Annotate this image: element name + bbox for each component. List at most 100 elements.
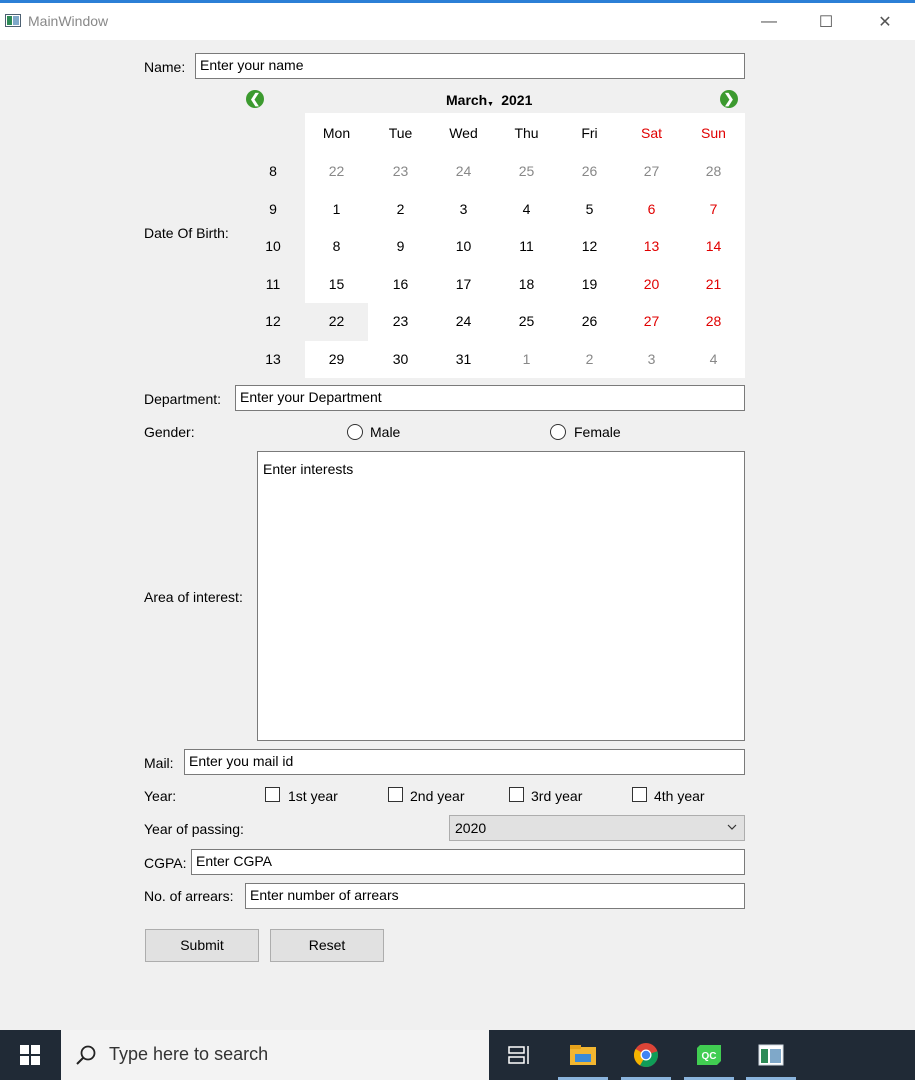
calendar-day[interactable]: 11 <box>495 228 558 266</box>
chrome-icon[interactable] <box>621 1030 671 1080</box>
passing-year-select[interactable]: 2020 <box>449 815 745 841</box>
calendar-day[interactable]: 6 <box>620 191 683 229</box>
calendar-day[interactable]: 24 <box>432 153 495 191</box>
taskbar: Type here to search QC <box>0 1030 915 1080</box>
week-number: 10 <box>265 238 281 254</box>
day-header: Tue <box>388 125 413 141</box>
day-header: Sun <box>701 125 726 141</box>
arrears-input[interactable]: Enter number of arrears <box>245 883 745 909</box>
taskbar-search-box[interactable]: Type here to search <box>61 1030 489 1080</box>
male-radio-label[interactable]: Male <box>370 424 400 440</box>
gender-label: Gender: <box>144 424 195 440</box>
mainwindow-app-icon[interactable] <box>746 1030 796 1080</box>
search-icon <box>76 1045 96 1065</box>
calendar-day[interactable]: 25 <box>495 303 558 341</box>
file-explorer-icon[interactable] <box>558 1030 608 1080</box>
dob-label: Date Of Birth: <box>144 225 229 241</box>
calendar-day[interactable]: 29 <box>305 341 368 379</box>
calendar-day[interactable]: 27 <box>620 153 683 191</box>
calendar-day[interactable]: 13 <box>620 228 683 266</box>
interest-label: Area of interest: <box>144 589 243 605</box>
calendar-day[interactable]: 2 <box>558 341 621 379</box>
calendar-nav: ❮ March 2021 ▼ ❯ <box>241 87 745 113</box>
calendar-day[interactable]: 12 <box>558 228 621 266</box>
calendar-day[interactable]: 10 <box>432 228 495 266</box>
calendar-day[interactable]: 22 <box>305 153 368 191</box>
year-label: Year: <box>144 788 177 804</box>
calendar-day[interactable]: 5 <box>558 191 621 229</box>
calendar-day[interactable]: 9 <box>369 228 432 266</box>
submit-button[interactable]: Submit <box>145 929 259 962</box>
calendar-day[interactable]: 23 <box>369 303 432 341</box>
close-button[interactable]: ✕ <box>856 3 914 40</box>
task-view-icon[interactable] <box>495 1030 545 1080</box>
department-input[interactable]: Enter your Department <box>235 385 745 411</box>
calendar-day[interactable]: 26 <box>558 303 621 341</box>
calendar-day[interactable]: 28 <box>682 153 745 191</box>
calendar-day[interactable]: 26 <box>558 153 621 191</box>
fourth-year-label[interactable]: 4th year <box>654 788 705 804</box>
title-bar: MainWindow — ☐ ✕ <box>0 0 915 40</box>
window-title: MainWindow <box>28 13 109 29</box>
calendar-day-selected[interactable]: 22 <box>305 303 368 341</box>
calendar-day[interactable]: 19 <box>558 266 621 304</box>
maximize-icon: ☐ <box>818 13 834 31</box>
windows-start-icon[interactable] <box>5 1030 55 1080</box>
interest-textarea[interactable]: Enter interests <box>257 451 745 741</box>
calendar-day[interactable]: 7 <box>682 191 745 229</box>
chevron-down-icon <box>727 824 737 830</box>
minimize-button[interactable]: — <box>740 3 798 40</box>
third-year-checkbox[interactable] <box>509 787 524 802</box>
maximize-button[interactable]: ☐ <box>797 3 855 40</box>
second-year-checkbox[interactable] <box>388 787 403 802</box>
calendar-day[interactable]: 30 <box>369 341 432 379</box>
calendar-day[interactable]: 15 <box>305 266 368 304</box>
cgpa-input[interactable]: Enter CGPA <box>191 849 745 875</box>
calendar-day[interactable]: 28 <box>682 303 745 341</box>
male-radio[interactable] <box>347 424 363 440</box>
week-number: 13 <box>265 350 281 367</box>
calendar-month-button[interactable]: March <box>446 92 487 108</box>
next-month-icon[interactable]: ❯ <box>720 90 738 108</box>
calendar-day[interactable]: 27 <box>620 303 683 341</box>
calendar-day[interactable]: 20 <box>620 266 683 304</box>
calendar-day[interactable]: 1 <box>305 191 368 229</box>
fourth-year-checkbox[interactable] <box>632 787 647 802</box>
calendar-day[interactable]: 31 <box>432 341 495 379</box>
first-year-label[interactable]: 1st year <box>288 788 338 804</box>
calendar-day[interactable]: 8 <box>305 228 368 266</box>
calendar-day[interactable]: 4 <box>495 191 558 229</box>
mail-input[interactable]: Enter you mail id <box>184 749 745 775</box>
second-year-label[interactable]: 2nd year <box>410 788 464 804</box>
calendar-year-button[interactable]: 2021 <box>501 92 532 108</box>
calendar-day[interactable]: 18 <box>495 266 558 304</box>
calendar-day[interactable]: 2 <box>369 191 432 229</box>
calendar-day[interactable]: 17 <box>432 266 495 304</box>
third-year-label[interactable]: 3rd year <box>531 788 582 804</box>
first-year-checkbox[interactable] <box>265 787 280 802</box>
calendar-day[interactable]: 3 <box>620 341 683 379</box>
week-number: 12 <box>265 313 281 329</box>
calendar-day[interactable]: 3 <box>432 191 495 229</box>
calendar-day[interactable]: 24 <box>432 303 495 341</box>
month-dropdown-icon[interactable]: ▼ <box>487 101 494 108</box>
calendar-day[interactable]: 23 <box>369 153 432 191</box>
calendar-day[interactable]: 1 <box>495 341 558 379</box>
arrears-label: No. of arrears: <box>144 888 234 904</box>
calendar-day[interactable]: 16 <box>369 266 432 304</box>
qt-creator-icon[interactable]: QC <box>684 1030 734 1080</box>
name-input[interactable]: Enter your name <box>195 53 745 79</box>
calendar-day[interactable]: 4 <box>682 341 745 379</box>
day-header: Sat <box>640 125 662 141</box>
cgpa-label: CGPA: <box>144 855 187 871</box>
calendar-day[interactable]: 25 <box>495 153 558 191</box>
reset-button[interactable]: Reset <box>270 929 384 962</box>
week-number: 8 <box>269 163 277 179</box>
week-number: 9 <box>269 200 277 217</box>
prev-month-icon[interactable]: ❮ <box>246 90 264 108</box>
female-radio-label[interactable]: Female <box>574 424 621 440</box>
calendar-day[interactable]: 21 <box>682 266 745 304</box>
taskbar-search-placeholder: Type here to search <box>109 1044 269 1064</box>
female-radio[interactable] <box>550 424 566 440</box>
calendar-day[interactable]: 14 <box>682 228 745 266</box>
